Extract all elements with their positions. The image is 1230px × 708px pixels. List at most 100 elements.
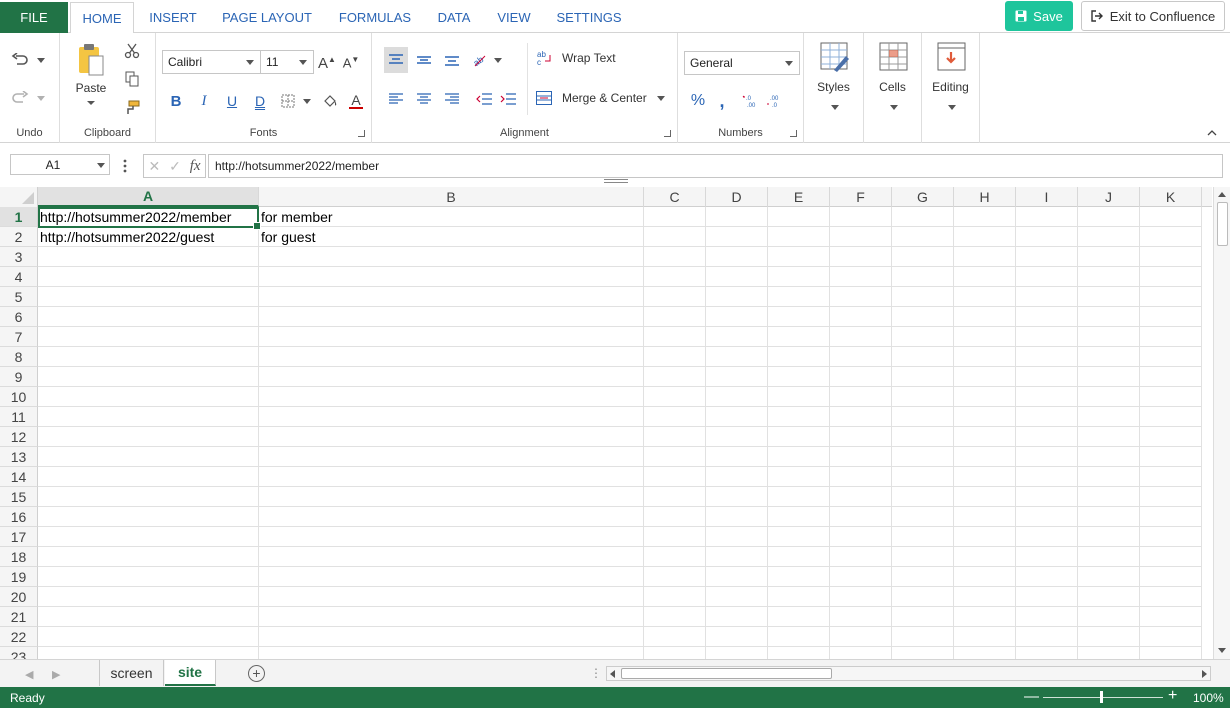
- column-header-c[interactable]: C: [644, 187, 706, 207]
- cell-k21[interactable]: [1140, 607, 1202, 627]
- row-header-4[interactable]: 4: [0, 267, 38, 287]
- cell-f19[interactable]: [830, 567, 892, 587]
- cell-d12[interactable]: [706, 427, 768, 447]
- row-header-11[interactable]: 11: [0, 407, 38, 427]
- column-header-k[interactable]: K: [1140, 187, 1202, 207]
- cell-e14[interactable]: [768, 467, 830, 487]
- cell-g23[interactable]: [892, 647, 954, 659]
- row-header-22[interactable]: 22: [0, 627, 38, 647]
- double-underline-button[interactable]: D: [250, 91, 270, 111]
- cell-f11[interactable]: [830, 407, 892, 427]
- vertical-scroll-thumb[interactable]: [1217, 202, 1228, 246]
- row-header-2[interactable]: 2: [0, 227, 38, 247]
- cell-c5[interactable]: [644, 287, 706, 307]
- align-center-button[interactable]: [412, 87, 436, 111]
- cell-j6[interactable]: [1078, 307, 1140, 327]
- row-header-7[interactable]: 7: [0, 327, 38, 347]
- orientation-button[interactable]: ab: [470, 47, 504, 73]
- cell-k10[interactable]: [1140, 387, 1202, 407]
- cell-e4[interactable]: [768, 267, 830, 287]
- cell-j18[interactable]: [1078, 547, 1140, 567]
- cell-a2[interactable]: http://hotsummer2022/guest: [38, 227, 259, 247]
- cell-a12[interactable]: [38, 427, 259, 447]
- row-header-16[interactable]: 16: [0, 507, 38, 527]
- zoom-in-icon[interactable]: +: [1168, 687, 1177, 705]
- row-header-19[interactable]: 19: [0, 567, 38, 587]
- sheet-tab-screen[interactable]: screen: [100, 660, 164, 686]
- cell-f7[interactable]: [830, 327, 892, 347]
- cell-g18[interactable]: [892, 547, 954, 567]
- prev-sheet-icon[interactable]: ◀: [25, 668, 33, 681]
- collapse-ribbon-button[interactable]: [1204, 125, 1220, 141]
- cell-k14[interactable]: [1140, 467, 1202, 487]
- cell-a18[interactable]: [38, 547, 259, 567]
- cell-f5[interactable]: [830, 287, 892, 307]
- cell-e21[interactable]: [768, 607, 830, 627]
- column-header-i[interactable]: I: [1016, 187, 1078, 207]
- merge-center-button[interactable]: Merge & Center: [536, 87, 666, 109]
- row-header-20[interactable]: 20: [0, 587, 38, 607]
- cells-group[interactable]: Cells: [864, 33, 922, 143]
- alignment-dialog-launcher-icon[interactable]: [664, 130, 671, 137]
- row-header-6[interactable]: 6: [0, 307, 38, 327]
- cell-i20[interactable]: [1016, 587, 1078, 607]
- cell-g15[interactable]: [892, 487, 954, 507]
- cell-c22[interactable]: [644, 627, 706, 647]
- cell-g12[interactable]: [892, 427, 954, 447]
- cell-j4[interactable]: [1078, 267, 1140, 287]
- cell-j9[interactable]: [1078, 367, 1140, 387]
- cell-b12[interactable]: [259, 427, 644, 447]
- cell-c18[interactable]: [644, 547, 706, 567]
- column-header-j[interactable]: J: [1078, 187, 1140, 207]
- cell-j3[interactable]: [1078, 247, 1140, 267]
- save-button[interactable]: Save: [1005, 1, 1073, 31]
- cell-k15[interactable]: [1140, 487, 1202, 507]
- cell-e22[interactable]: [768, 627, 830, 647]
- cell-j14[interactable]: [1078, 467, 1140, 487]
- cell-j8[interactable]: [1078, 347, 1140, 367]
- insert-function-button[interactable]: fx: [190, 158, 201, 175]
- cell-f3[interactable]: [830, 247, 892, 267]
- horizontal-scrollbar[interactable]: [606, 666, 1211, 681]
- cell-e5[interactable]: [768, 287, 830, 307]
- cell-i8[interactable]: [1016, 347, 1078, 367]
- cell-f6[interactable]: [830, 307, 892, 327]
- grow-font-button[interactable]: A▲: [318, 53, 336, 73]
- cell-h15[interactable]: [954, 487, 1016, 507]
- cell-h5[interactable]: [954, 287, 1016, 307]
- cell-g9[interactable]: [892, 367, 954, 387]
- cell-b17[interactable]: [259, 527, 644, 547]
- cell-b11[interactable]: [259, 407, 644, 427]
- formula-input[interactable]: http://hotsummer2022/member: [208, 154, 1223, 178]
- column-header-f[interactable]: F: [830, 187, 892, 207]
- cell-c21[interactable]: [644, 607, 706, 627]
- cell-a20[interactable]: [38, 587, 259, 607]
- tab-settings[interactable]: SETTINGS: [548, 2, 630, 33]
- cell-d9[interactable]: [706, 367, 768, 387]
- cell-h18[interactable]: [954, 547, 1016, 567]
- cell-a3[interactable]: [38, 247, 259, 267]
- scroll-right-icon[interactable]: [1202, 670, 1207, 678]
- zoom-out-icon[interactable]: —: [1024, 688, 1039, 705]
- cell-h11[interactable]: [954, 407, 1016, 427]
- cell-g8[interactable]: [892, 347, 954, 367]
- cell-f18[interactable]: [830, 547, 892, 567]
- cell-g3[interactable]: [892, 247, 954, 267]
- cell-j10[interactable]: [1078, 387, 1140, 407]
- cell-f9[interactable]: [830, 367, 892, 387]
- cell-g16[interactable]: [892, 507, 954, 527]
- row-header-10[interactable]: 10: [0, 387, 38, 407]
- cell-f4[interactable]: [830, 267, 892, 287]
- cell-g5[interactable]: [892, 287, 954, 307]
- cell-a10[interactable]: [38, 387, 259, 407]
- borders-button[interactable]: [278, 91, 314, 111]
- cell-a9[interactable]: [38, 367, 259, 387]
- cell-a19[interactable]: [38, 567, 259, 587]
- cell-e19[interactable]: [768, 567, 830, 587]
- cell-b1[interactable]: for member: [259, 207, 644, 227]
- cell-h3[interactable]: [954, 247, 1016, 267]
- italic-button[interactable]: I: [194, 91, 214, 111]
- cell-b16[interactable]: [259, 507, 644, 527]
- enter-icon[interactable]: ✓: [169, 158, 181, 175]
- cell-d15[interactable]: [706, 487, 768, 507]
